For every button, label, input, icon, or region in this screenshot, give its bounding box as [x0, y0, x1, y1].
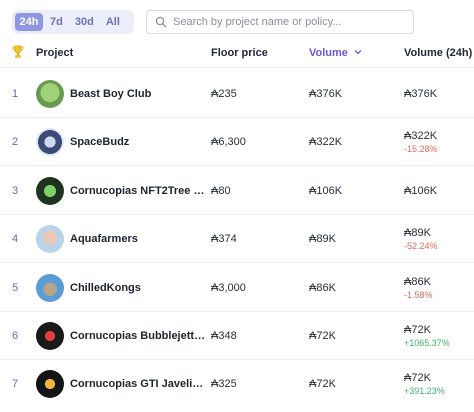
table-row[interactable]: 4 Aquafarmers ₳374 ₳89K ₳89K -52.24%	[0, 215, 474, 264]
tab-all[interactable]: All	[101, 13, 125, 31]
period-selector: 24h 7d 30d All	[12, 10, 134, 34]
floor-price-value: ₳374	[211, 233, 237, 246]
volume-value: ₳72K	[309, 330, 336, 342]
volume-24h-value: ₳72K	[404, 324, 431, 336]
floor-price-value: ₳6,300	[211, 136, 246, 149]
volume-24h-value: ₳322K	[404, 130, 438, 143]
table-row[interactable]: 5 ChilledKongs ₳3,000 ₳86K ₳86K -1.58%	[0, 264, 474, 312]
volume-24h-value: ₳86K	[404, 275, 431, 288]
project-avatar	[36, 322, 64, 350]
volume-value: ₳72K	[309, 378, 336, 391]
floor-price-value: ₳348	[211, 330, 237, 342]
tab-7d[interactable]: 7d	[45, 13, 68, 31]
rank-number: 2	[12, 136, 19, 149]
rank-number: 5	[12, 281, 19, 294]
floor-price-value: ₳325	[211, 378, 237, 391]
project-name[interactable]: Cornucopias NFT2Tree Series ...	[70, 185, 208, 197]
floor-price-value: ₳3,000	[211, 281, 246, 294]
volume-value: ₳89K	[309, 233, 336, 246]
volume-value: ₳322K	[309, 136, 343, 149]
rank-number: 4	[12, 233, 19, 246]
volume-change-percent: +1065.37%	[404, 338, 450, 348]
volume-change-percent: -52.24%	[404, 241, 438, 252]
volume-value: ₳376K	[309, 88, 343, 100]
trophy-icon	[12, 45, 24, 62]
table-header: Project Floor price Volume Volume (24h)	[0, 40, 474, 68]
project-avatar	[36, 176, 64, 205]
volume-value: ₳106K	[309, 184, 343, 197]
floor-price-value: ₳235	[211, 88, 237, 100]
project-avatar	[36, 80, 64, 108]
volume-change-percent: -1.58%	[404, 289, 433, 300]
volume-change-percent: +391.23%	[404, 386, 445, 397]
column-header-volume[interactable]: Volume	[309, 47, 362, 59]
toolbar: 24h 7d 30d All	[12, 9, 416, 35]
project-name[interactable]: Cornucopias GTI Javelin 2022	[70, 378, 208, 390]
column-header-volume-24h[interactable]: Volume (24h)	[404, 47, 472, 59]
volume-value: ₳86K	[309, 281, 336, 294]
project-avatar	[36, 370, 64, 399]
table-row[interactable]: 3 Cornucopias NFT2Tree Series ... ₳80 ₳1…	[0, 167, 474, 215]
table-row[interactable]: 2 SpaceBudz ₳6,300 ₳322K ₳322K -15.28%	[0, 118, 474, 167]
search-input[interactable]	[173, 16, 405, 28]
rank-number: 1	[12, 88, 19, 100]
volume-24h-value: ₳72K	[404, 372, 431, 385]
search-box[interactable]	[146, 10, 414, 34]
project-name[interactable]: SpaceBudz	[70, 136, 208, 148]
chevron-down-icon	[354, 50, 362, 55]
floor-price-value: ₳80	[211, 184, 231, 197]
project-name[interactable]: Cornucopias Bubblejett Sprin...	[70, 330, 208, 342]
volume-change-percent: -15.28%	[404, 144, 438, 155]
search-icon	[155, 16, 167, 28]
rank-number: 7	[12, 378, 19, 391]
project-avatar	[36, 225, 64, 254]
column-header-project: Project	[36, 47, 74, 59]
tab-24h[interactable]: 24h	[15, 13, 43, 31]
project-name[interactable]: Beast Boy Club	[70, 88, 208, 100]
volume-24h-value: ₳89K	[404, 227, 431, 240]
tab-30d[interactable]: 30d	[70, 13, 99, 31]
rank-number: 3	[12, 184, 19, 197]
table-row[interactable]: 7 Cornucopias GTI Javelin 2022 ₳325 ₳72K…	[0, 360, 474, 408]
project-avatar	[36, 273, 64, 302]
project-name[interactable]: Aquafarmers	[70, 233, 208, 245]
column-header-volume-label: Volume	[309, 47, 348, 59]
volume-24h-value: ₳376K	[404, 88, 438, 100]
project-name[interactable]: ChilledKongs	[70, 282, 208, 294]
column-header-floor-price[interactable]: Floor price	[211, 47, 268, 59]
volume-24h-value: ₳106K	[404, 184, 438, 197]
project-avatar	[36, 128, 64, 157]
rank-number: 6	[12, 330, 19, 342]
table-row[interactable]: 1 Beast Boy Club ₳235 ₳376K ₳376K	[0, 70, 474, 118]
table-row[interactable]: 6 Cornucopias Bubblejett Sprin... ₳348 ₳…	[0, 312, 474, 360]
